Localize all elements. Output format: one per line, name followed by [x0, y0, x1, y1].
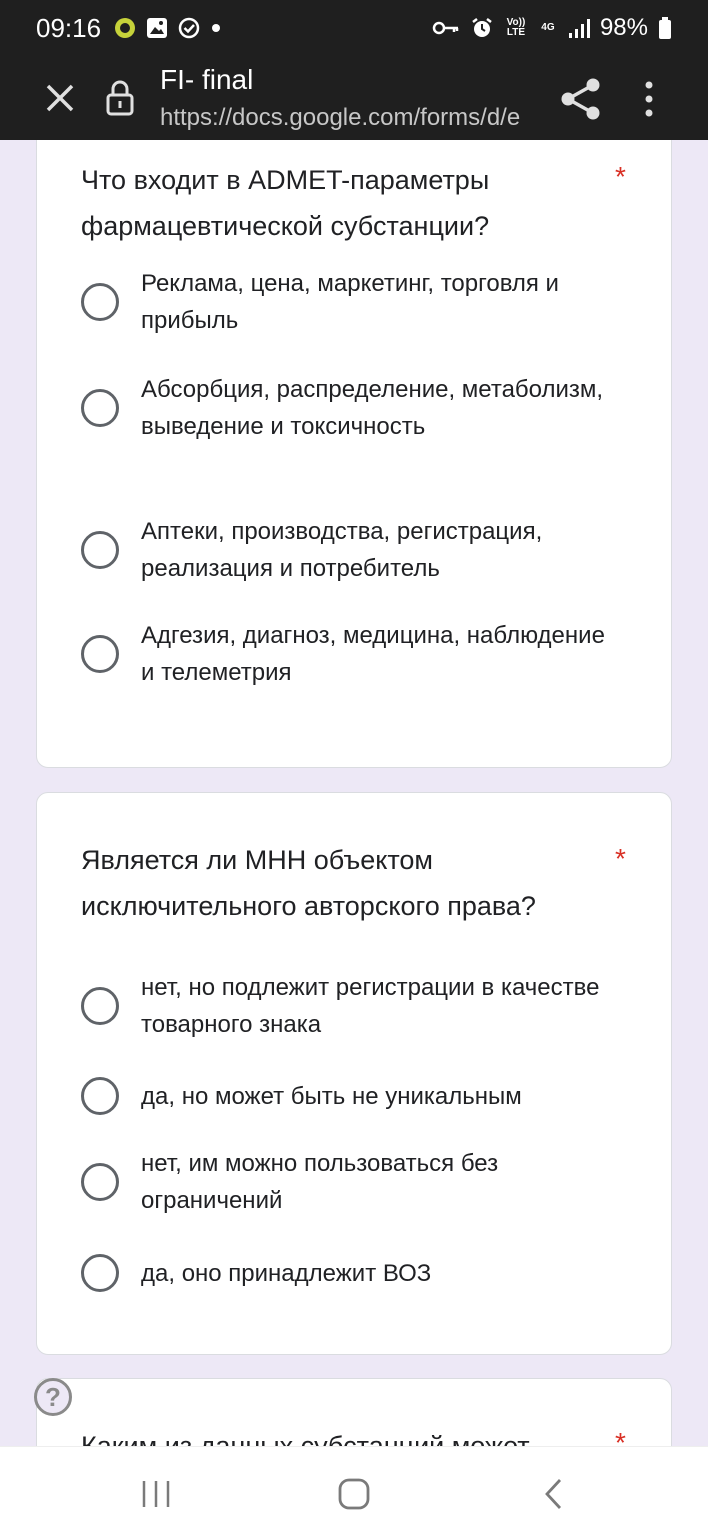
- option-label: Адгезия, диагноз, медицина, наблюдение и…: [141, 622, 605, 686]
- gallery-icon: [147, 18, 168, 38]
- close-icon[interactable]: [40, 78, 80, 118]
- option-label: Реклама, цена, маркетинг, торговля и при…: [141, 270, 559, 334]
- radio-button[interactable]: [81, 1077, 119, 1115]
- recent-apps-icon[interactable]: [136, 1477, 176, 1511]
- help-icon[interactable]: ?: [34, 1378, 72, 1416]
- option-label: да, оно принадлежит ВОЗ: [141, 1259, 432, 1287]
- radio-button[interactable]: [81, 1254, 119, 1292]
- network-4g-icon: 4G: [541, 22, 555, 33]
- option-label: нет, им можно пользоваться без ограничен…: [141, 1150, 499, 1214]
- radio-button[interactable]: [81, 283, 119, 321]
- question-card-1: Что входит в ADMET-параметры фармацевтич…: [36, 140, 672, 768]
- radio-option[interactable]: Аптеки, производства, регистрация, реали…: [81, 513, 641, 587]
- radio-option[interactable]: да, оно принадлежит ВОЗ: [81, 1254, 641, 1292]
- status-left-icons: [113, 16, 223, 40]
- page-title: FI- final: [160, 64, 254, 95]
- question-title: Что входит в ADMET-параметры фармацевтич…: [81, 165, 490, 241]
- back-icon[interactable]: [534, 1477, 574, 1511]
- radio-option[interactable]: Абсорбция, распределение, метаболизм, вы…: [81, 371, 641, 445]
- dot-icon: [212, 24, 221, 32]
- battery-icon: [659, 17, 671, 39]
- whatsapp-icon: [115, 18, 136, 38]
- more-vert-icon[interactable]: [636, 78, 662, 120]
- question-card-3: Каким из данных субстанций может *: [36, 1378, 672, 1446]
- question-title: Каким из данных субстанций может: [81, 1431, 530, 1446]
- status-bar: 09:16 Vo)) LTE 4G 98%: [0, 0, 708, 56]
- browser-app-bar: FI- final https://docs.google.com/forms/…: [0, 56, 708, 140]
- lock-icon[interactable]: [104, 78, 136, 118]
- page-url[interactable]: https://docs.google.com/forms/d/e: [160, 104, 540, 132]
- required-asterisk: *: [615, 843, 626, 874]
- required-asterisk: *: [615, 161, 626, 192]
- option-label: нет, но подлежит регистрации в качестве …: [141, 974, 600, 1038]
- radio-button[interactable]: [81, 1163, 119, 1201]
- system-nav-bar: [0, 1446, 708, 1536]
- status-right-icons: Vo)) LTE 4G 98%: [432, 14, 672, 42]
- home-icon[interactable]: [334, 1477, 374, 1511]
- alarm-icon: [472, 18, 492, 37]
- key-icon: [432, 21, 459, 35]
- check-circle-icon: [178, 17, 200, 39]
- radio-button[interactable]: [81, 987, 119, 1025]
- radio-button[interactable]: [81, 531, 119, 569]
- option-label: Абсорбция, распределение, метаболизм, вы…: [141, 376, 604, 440]
- radio-option[interactable]: Реклама, цена, маркетинг, торговля и при…: [81, 265, 641, 339]
- radio-button[interactable]: [81, 635, 119, 673]
- status-time: 09:16: [36, 12, 102, 43]
- radio-button[interactable]: [81, 389, 119, 427]
- radio-option[interactable]: да, но может быть не уникальным: [81, 1077, 641, 1115]
- signal-icon: [568, 19, 590, 38]
- radio-option[interactable]: Адгезия, диагноз, медицина, наблюдение и…: [81, 617, 641, 691]
- radio-option[interactable]: нет, им можно пользоваться без ограничен…: [81, 1145, 641, 1219]
- required-asterisk: *: [615, 1427, 626, 1446]
- share-icon[interactable]: [558, 76, 604, 122]
- question-title: Является ли МНН объектом исключительного…: [81, 845, 536, 921]
- form-content[interactable]: Что входит в ADMET-параметры фармацевтич…: [0, 140, 708, 1446]
- option-label: да, но может быть не уникальным: [141, 1082, 522, 1110]
- battery-percent: 98%: [599, 14, 648, 41]
- volte-icon: Vo)) LTE: [506, 17, 526, 38]
- radio-option[interactable]: нет, но подлежит регистрации в качестве …: [81, 969, 641, 1043]
- option-label: Аптеки, производства, регистрация, реали…: [141, 518, 543, 582]
- question-card-2: Является ли МНН объектом исключительного…: [36, 792, 672, 1355]
